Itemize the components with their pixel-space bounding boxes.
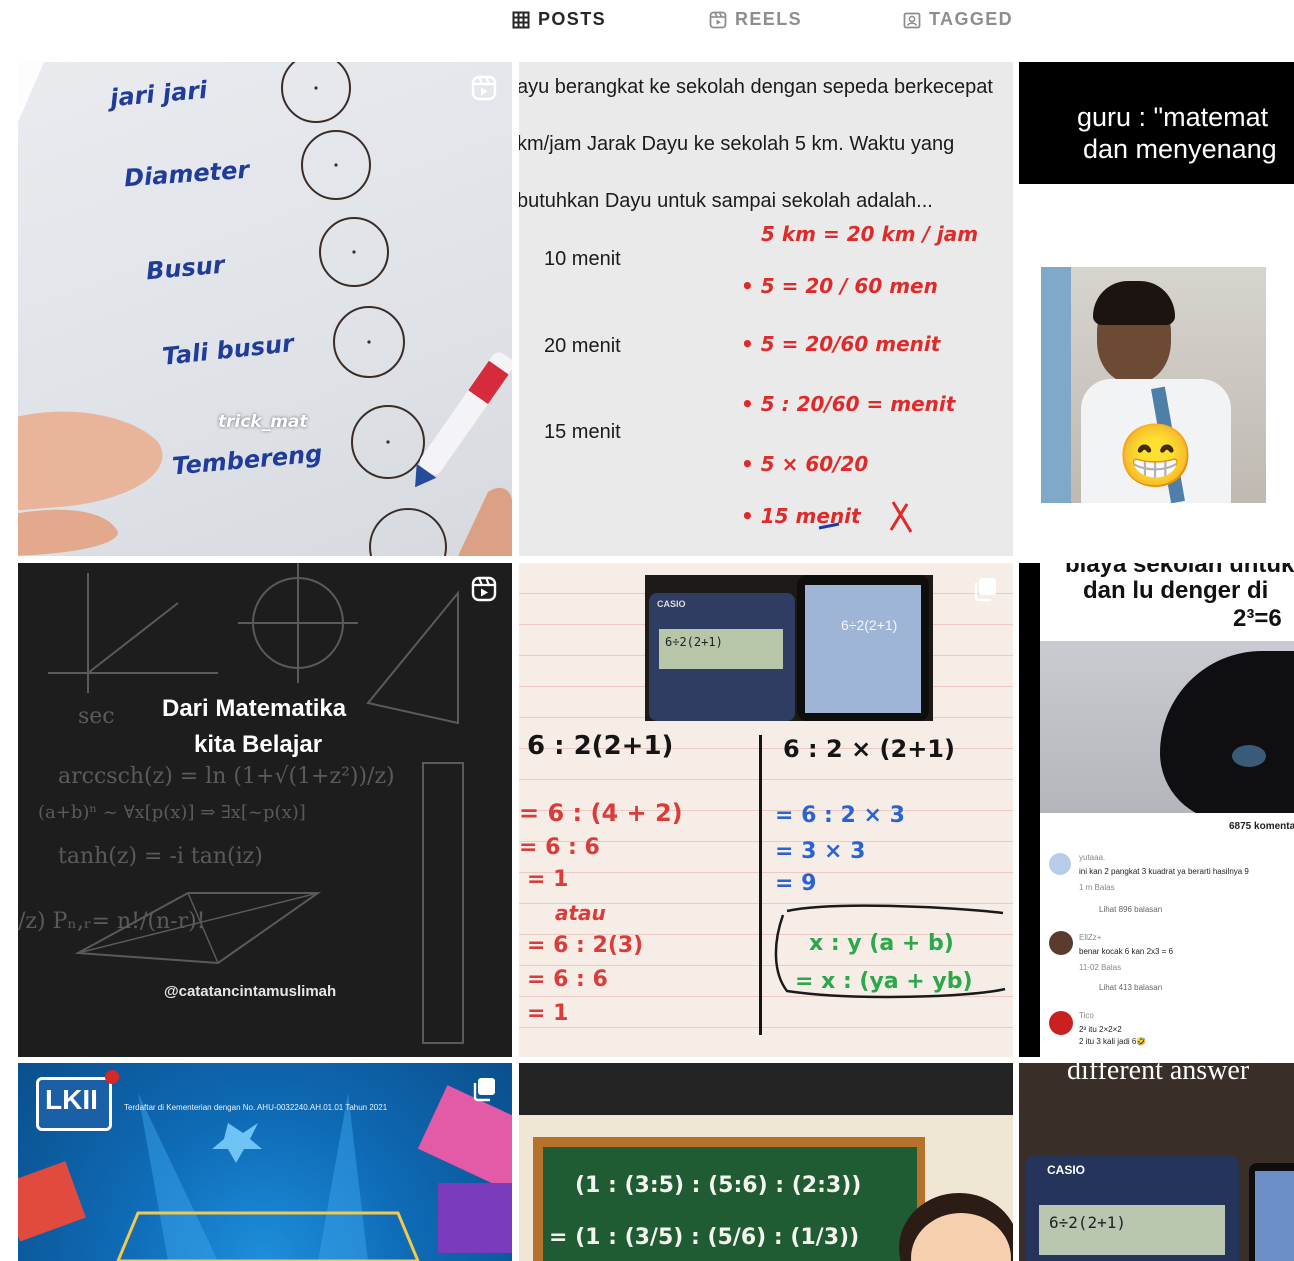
svg-text:arccsch(z) = ln (1+√(1+z²))/z): arccsch(z) = ln (1+√(1+z²))/z) — [58, 764, 395, 789]
avatar — [1049, 931, 1073, 955]
annotation-marks — [818, 501, 913, 533]
tab-tagged[interactable]: TAGGED — [903, 9, 1013, 30]
caption-line-3: 2³=6 — [1233, 605, 1282, 632]
comment-text: 2³ itu 2×2×2 — [1079, 1025, 1122, 1034]
post-thumbnail-dari-matematika[interactable]: sec arccsch(z) = ln (1+√(1+z²))/z) (a+b)… — [18, 563, 512, 1057]
svg-text:/z) Pₙ,ᵣ= n!/(n-r)!: /z) Pₙ,ᵣ= n!/(n-r)! — [18, 909, 206, 934]
post-thumbnail-different-answer[interactable]: different answer CASIO 6÷2(2+1) — [1019, 1063, 1294, 1261]
phone — [1249, 1163, 1294, 1261]
avatar — [1049, 853, 1071, 875]
board-line-1: (1 : (3:5) : (5:6) : (2:3)) — [575, 1173, 862, 1198]
tab-posts[interactable]: POSTS — [512, 9, 606, 30]
avatar — [1049, 1011, 1073, 1035]
post-thumbnail-speed-problem[interactable]: ayu berangkat ke sekolah dengan sepeda b… — [519, 62, 1013, 556]
caption-line-1: guru : "matemat — [1077, 102, 1269, 132]
left-black-edge — [1019, 563, 1040, 1057]
watermark: @catatancintamuslimah — [164, 983, 337, 1000]
calc-display: 6÷2(2+1) — [1049, 1213, 1127, 1232]
caption-line-2: dan menyenang — [1083, 134, 1277, 164]
right-line-6: = x : (ya + yb) — [795, 969, 973, 994]
post-thumbnail-comment-meme[interactable]: biaya sekolah untuk dan lu denger di 2³=… — [1019, 563, 1294, 1057]
left-line-7: = 6 : 6 — [527, 967, 608, 992]
tab-tagged-label: TAGGED — [929, 9, 1014, 29]
profile-tabs: POSTS REELS TAGGED — [0, 0, 1294, 44]
svg-text:(a+b)ⁿ ~ ∀x[p(x)] ⇒ ∃x[~p(x)]: (a+b)ⁿ ~ ∀x[p(x)] ⇒ ∃x[~p(x)] — [38, 802, 306, 823]
carousel-icon — [473, 1078, 495, 1102]
calc-brand: CASIO — [657, 599, 686, 609]
left-line-4: = 1 — [527, 867, 569, 892]
reel-icon — [471, 75, 497, 101]
tab-reels[interactable]: REELS — [709, 9, 802, 30]
carousel-icon — [974, 578, 996, 602]
right-line-5: x : y (a + b) — [809, 931, 954, 956]
phone-display: 6÷2(2+1) — [841, 617, 898, 633]
post-thumbnail-guru-meme[interactable]: guru : "matemat dan menyenang 😁 — [1019, 62, 1294, 556]
left-line-8: = 1 — [527, 1001, 569, 1026]
right-line-3: = 3 × 3 — [775, 839, 866, 864]
tagged-icon — [903, 12, 921, 28]
grin-emoji: 😁 — [1117, 422, 1195, 491]
title-line-2: kita Belajar — [194, 731, 323, 758]
right-line-2: = 6 : 2 × 3 — [775, 803, 905, 828]
posts-grid: jari jari Diameter Busur Tali busur tric… — [18, 62, 1294, 1261]
anime-image — [1040, 641, 1294, 813]
comment-count: 6875 komentar — [1229, 821, 1294, 832]
reels-icon — [709, 11, 727, 28]
tab-posts-label: POSTS — [538, 9, 607, 29]
comment-user: Tico — [1079, 1011, 1094, 1020]
watermark: trick_mat — [218, 412, 308, 432]
whiteboard-drawing — [18, 62, 512, 556]
post-thumbnail-lkii[interactable]: LKII Terdaftar di Kementerian dengan No.… — [18, 1063, 512, 1261]
post-thumbnail-circle-terms[interactable]: jari jari Diameter Busur Tali busur tric… — [18, 62, 512, 556]
left-line-6: = 6 : 2(3) — [527, 933, 644, 958]
board-line-2: = (1 : (3/5) : (5/6) : (1/3)) — [549, 1225, 860, 1250]
calculator: CASIO 6÷2(2+1) — [1025, 1155, 1239, 1261]
comment-user: EllZz+ — [1079, 933, 1102, 942]
comment-meta: 1 m Balas — [1079, 883, 1115, 892]
divider-line — [759, 735, 762, 1035]
comment-user: yutaaa. — [1079, 853, 1106, 862]
registration-text: Terdaftar di Kementerian dengan No. AHU-… — [124, 1103, 388, 1112]
left-line-3: = 6 : 6 — [519, 835, 600, 860]
reel-icon — [471, 576, 497, 602]
left-line-1: 6 : 2(2+1) — [527, 731, 674, 761]
right-line-1: 6 : 2 × (2+1) — [783, 735, 955, 763]
view-replies: Lihat 896 balasan — [1099, 905, 1163, 914]
comment-meta: 11-02 Balas — [1079, 963, 1122, 972]
view-replies: Lihat 413 balasan — [1099, 983, 1163, 992]
svg-text:tanh(z) = -i tan(iz): tanh(z) = -i tan(iz) — [58, 844, 263, 869]
lkii-logo: LKII — [36, 1070, 119, 1131]
comment-text-2: 2 itu 3 kali jadi 6🤣 — [1079, 1037, 1147, 1046]
calc-display: 6÷2(2+1) — [665, 635, 723, 649]
post-thumbnail-chalkboard[interactable]: (1 : (3:5) : (5:6) : (2:3)) = (1 : (3/5)… — [519, 1063, 1013, 1261]
tab-reels-label: REELS — [735, 9, 803, 29]
title-line-1: Dari Matematika — [162, 695, 347, 722]
svg-text:sec: sec — [78, 704, 115, 729]
comment-text: benar kocak 6 kan 2x3 = 6 — [1079, 947, 1174, 956]
calc-brand: CASIO — [1047, 1163, 1086, 1177]
right-line-4: = 9 — [775, 871, 817, 896]
post-thumbnail-order-of-operations[interactable]: CASIO 6÷2(2+1) 6÷2(2+1) 6 : 2(2+1) = 6 :… — [519, 563, 1013, 1057]
photo-calculators: CASIO 6÷2(2+1) 6÷2(2+1) — [645, 575, 933, 721]
grid-icon — [512, 11, 530, 28]
caption-line-2: dan lu denger di — [1083, 577, 1269, 604]
comment-text: ini kan 2 pangkat 3 kuadrat ya berarti h… — [1079, 867, 1249, 876]
caption: different answer — [1067, 1063, 1250, 1086]
left-line-5: atau — [555, 901, 606, 925]
left-line-2: = 6 : (4 + 2) — [519, 799, 683, 827]
